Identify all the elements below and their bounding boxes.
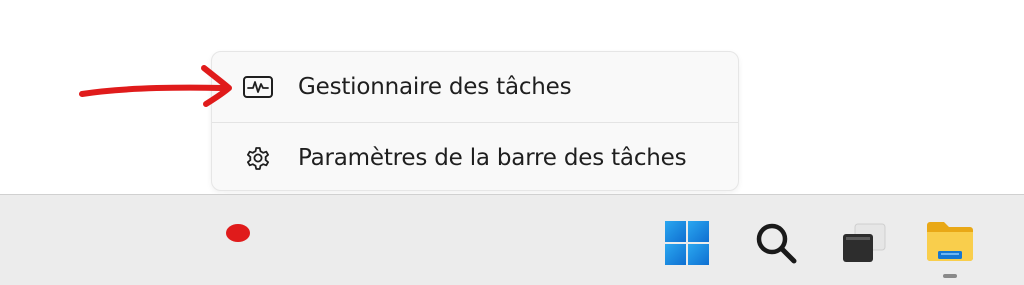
gear-icon	[242, 142, 274, 174]
taskbar[interactable]	[0, 194, 1024, 285]
menu-item-taskbar-settings[interactable]: Paramètres de la barre des tâches	[212, 123, 738, 190]
taskbar-context-menu: Gestionnaire des tâches Paramètres de la…	[211, 51, 739, 191]
file-explorer-button[interactable]	[922, 215, 978, 271]
task-view-icon	[839, 220, 889, 270]
search-icon	[753, 220, 799, 270]
menu-item-label: Paramètres de la barre des tâches	[298, 145, 687, 171]
task-manager-icon	[242, 71, 274, 103]
folder-icon	[924, 217, 976, 269]
running-indicator	[943, 274, 957, 278]
search-button[interactable]	[748, 217, 804, 273]
start-button[interactable]	[659, 217, 715, 273]
menu-item-task-manager[interactable]: Gestionnaire des tâches	[212, 52, 738, 122]
windows-logo-icon	[663, 219, 711, 271]
menu-item-label: Gestionnaire des tâches	[298, 74, 572, 100]
task-view-button[interactable]	[836, 217, 892, 273]
